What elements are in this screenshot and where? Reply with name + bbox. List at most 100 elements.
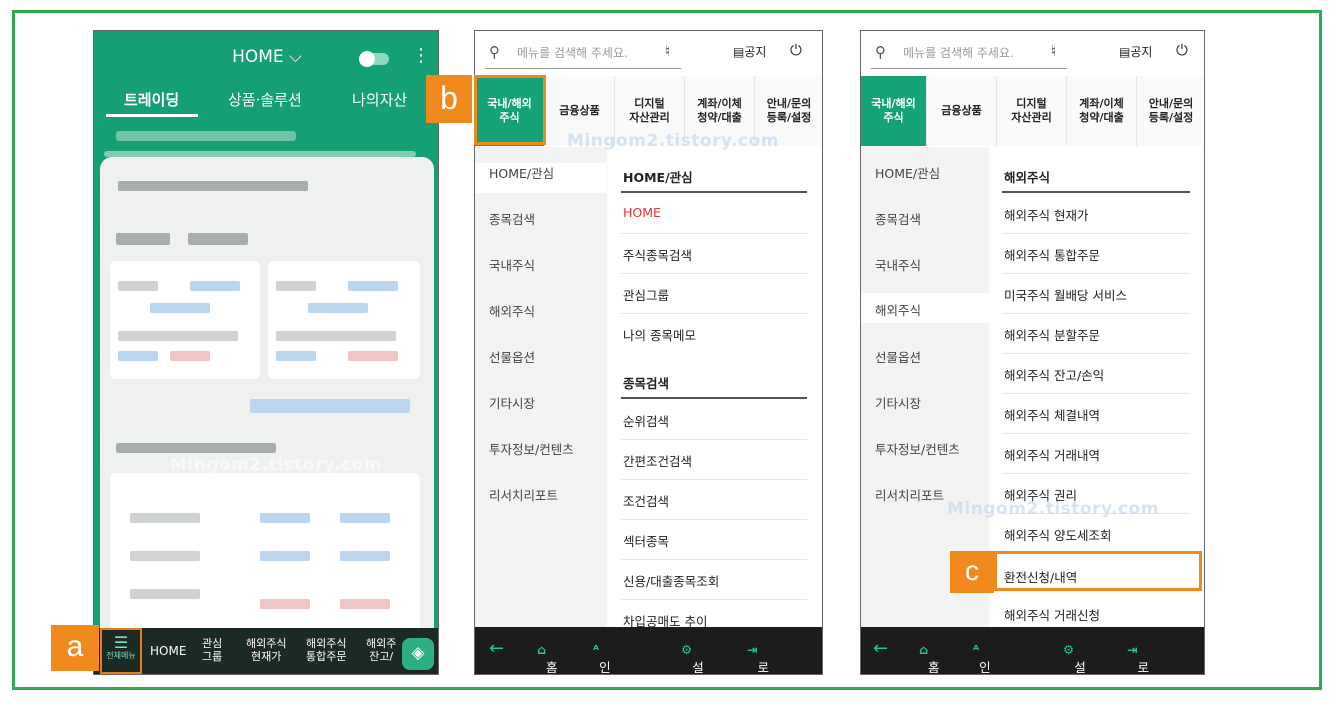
label-c: c [950, 551, 994, 593]
more-icon[interactable]: ⋮ [412, 45, 430, 66]
bottom-home[interactable]: ⌂ 홈 [537, 642, 557, 674]
layers-icon[interactable]: ◈ [402, 638, 434, 670]
tab-stocks[interactable]: 국내/해외 주식 [861, 76, 927, 146]
all-menu-button[interactable]: ☰ 전체메뉴 [100, 628, 142, 674]
watermark: Mingom2.tistory.com [567, 131, 779, 151]
menu-item[interactable]: 미국주식 월배당 서비스 [1004, 285, 1127, 304]
menu-item[interactable]: 해외주식 거래신청 [1004, 605, 1100, 624]
all-menu-label: 전체메뉴 [106, 651, 136, 660]
mic-icon[interactable]: ♮ [665, 42, 670, 60]
side-item-futures[interactable]: 선물옵션 [875, 347, 921, 366]
label-b: b [426, 75, 472, 123]
bottom-bar: ← ⌂ 홈 ᴬ 인증센터 ⚙ 설정 ⇥ 로그아웃 [475, 627, 822, 674]
menu-item[interactable]: 해외주식 통합주문 [1004, 245, 1100, 264]
nav-overseas-order[interactable]: 해외주식 통합주문 [306, 637, 346, 663]
blurred-box [268, 261, 420, 379]
tab-financial-products[interactable]: 금융상품 [927, 76, 997, 146]
tab-info-settings[interactable]: 안내/문의 등록/설정 [1137, 76, 1204, 146]
back-arrow-icon[interactable]: ← [873, 638, 888, 659]
blurred-text [116, 233, 170, 245]
highlight-box-b [474, 75, 546, 145]
mic-icon[interactable]: ♮ [1051, 42, 1056, 60]
side-item-home[interactable]: HOME/관심 [875, 163, 940, 182]
bottom-logout[interactable]: ⇥ 로그아웃 [747, 642, 769, 674]
side-menu: HOME/관심 종목검색 국내주식 해외주식 선물옵션 기타시장 투자정보/컨텐… [475, 147, 607, 627]
power-icon[interactable]: ⏻ [1176, 41, 1188, 59]
menu-item[interactable]: 해외주식 분할주문 [1004, 325, 1100, 344]
side-item-home[interactable]: HOME/관심 [475, 163, 606, 193]
side-item-search[interactable]: 종목검색 [875, 209, 921, 228]
section-title: HOME/관심 [623, 170, 693, 185]
search-input[interactable]: 메뉴를 검색해 주세요. [903, 44, 1014, 61]
nav-home[interactable]: HOME [150, 645, 186, 658]
menu-item[interactable]: HOME [623, 205, 661, 220]
side-item-overseas[interactable]: 해외주식 [489, 301, 535, 320]
search-bar: ⚲ 메뉴를 검색해 주세요. ♮ ▤공지 ⏻ [861, 31, 1204, 75]
blurred-text [116, 443, 276, 453]
active-tab-indicator [106, 114, 198, 117]
menu-item[interactable]: 간편조건검색 [623, 451, 692, 470]
menu-item[interactable]: 해외주식 거래내역 [1004, 445, 1100, 464]
bottom-settings[interactable]: ⚙ 설정 [681, 642, 704, 674]
nav-watch-group[interactable]: 관심 그룹 [202, 637, 222, 663]
tab-products[interactable]: 상품·솔루션 [228, 89, 302, 110]
search-icon: ⚲ [489, 43, 500, 61]
notice-label: 공지 [1130, 45, 1153, 59]
hamburger-icon: ☰ [113, 633, 129, 652]
side-item-other[interactable]: 기타시장 [875, 393, 921, 412]
side-item-info[interactable]: 투자정보/컨텐츠 [875, 439, 960, 458]
blurred-text [188, 233, 248, 245]
bottom-auth[interactable]: ᴬ 인증센터 [973, 642, 991, 674]
menu-item[interactable]: 섹터종목 [623, 531, 669, 550]
blurred-text [116, 131, 296, 141]
bottom-auth[interactable]: ᴬ 인증센터 [593, 642, 611, 674]
menu-item[interactable]: 해외주식 잔고/손익 [1004, 365, 1104, 384]
tab-digital-assets[interactable]: 디지털 자산관리 [997, 76, 1067, 146]
power-icon[interactable]: ⏻ [790, 41, 802, 59]
side-item-other[interactable]: 기타시장 [489, 393, 535, 412]
menu-item[interactable]: 순위검색 [623, 411, 669, 430]
toggle-switch[interactable] [359, 51, 389, 67]
blurred-text [250, 399, 410, 413]
notice-button[interactable]: ▤공지 [733, 43, 766, 60]
bottom-settings[interactable]: ⚙ 설정 [1063, 642, 1086, 674]
tab-my-assets[interactable]: 나의자산 [352, 89, 407, 110]
menu-item[interactable]: 조건검색 [623, 491, 669, 510]
menu-item[interactable]: 해외주식 현재가 [1004, 205, 1088, 224]
side-item-futures[interactable]: 선물옵션 [489, 347, 535, 366]
search-input[interactable]: 메뉴를 검색해 주세요. [517, 44, 628, 61]
blurred-content-card [100, 157, 434, 674]
bottom-bar: ← ⌂ 홈 ᴬ 인증센터 ⚙ 설정 ⇥ 로그아웃 [861, 627, 1204, 674]
bottom-logout[interactable]: ⇥ 로그아웃 [1127, 642, 1149, 674]
search-bar: ⚲ 메뉴를 검색해 주세요. ♮ ▤공지 ⏻ [475, 31, 822, 75]
menu-item[interactable]: 나의 종목메모 [623, 325, 696, 344]
watermark: Mingom2.tistory.com [947, 499, 1159, 519]
tab-account-transfer[interactable]: 계좌/이체 청약/대출 [1067, 76, 1137, 146]
menu-item[interactable]: 해외주식 체결내역 [1004, 405, 1100, 424]
side-item-domestic[interactable]: 국내주식 [875, 255, 921, 274]
side-item-domestic[interactable]: 국내주식 [489, 255, 535, 274]
label-a: a [51, 625, 99, 671]
back-arrow-icon[interactable]: ← [489, 638, 504, 659]
section-title: 해외주식 [1004, 170, 1051, 185]
side-item-search[interactable]: 종목검색 [489, 209, 535, 228]
side-item-research[interactable]: 리서치리포트 [489, 485, 558, 504]
tab-trading[interactable]: 트레이딩 [124, 89, 179, 110]
phone-trading-screen: HOME ⌵ ⋮ 트레이딩 상품·솔루션 나의자산 Mingom2.tistor… [93, 30, 439, 675]
side-item-overseas[interactable]: 해외주식 [861, 293, 989, 323]
nav-overseas-price[interactable]: 해외주식 현재가 [246, 637, 286, 663]
side-item-research[interactable]: 리서치리포트 [875, 485, 944, 504]
blurred-box [110, 261, 260, 379]
menu-item[interactable]: 주식종목검색 [623, 245, 692, 264]
notice-button[interactable]: ▤공지 [1119, 43, 1152, 60]
bottom-home[interactable]: ⌂ 홈 [919, 642, 939, 674]
side-item-info[interactable]: 투자정보/컨텐츠 [489, 439, 574, 458]
menu-item[interactable]: 신용/대출종목조회 [623, 571, 719, 590]
section-title: 종목검색 [623, 376, 670, 391]
blurred-text [118, 181, 308, 191]
category-tabs: 국내/해외 주식 금융상품 디지털 자산관리 계좌/이체 청약/대출 안내/문의… [861, 76, 1204, 146]
menu-item[interactable]: 관심그룹 [623, 285, 669, 304]
nav-overseas-balance[interactable]: 해외주 잔고/ [366, 637, 396, 663]
menu-item[interactable]: 해외주식 양도세조회 [1004, 525, 1111, 544]
notice-label: 공지 [744, 45, 767, 59]
